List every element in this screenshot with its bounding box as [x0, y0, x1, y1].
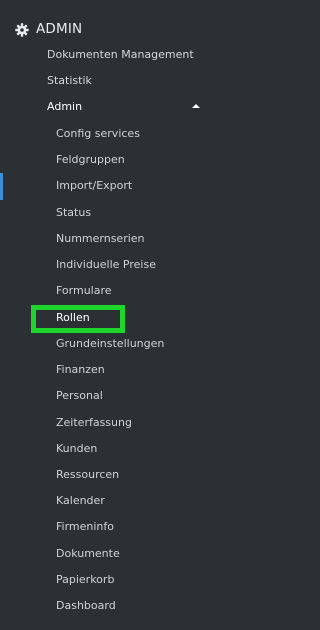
submenu-item-grundeinstellungen[interactable]: Grundeinstellungen: [56, 334, 164, 354]
menu-item-admin[interactable]: Admin: [47, 97, 82, 117]
submenu-item-individuelle-preise[interactable]: Individuelle Preise: [56, 255, 156, 275]
gear-icon: [15, 22, 29, 37]
submenu-item-finanzen[interactable]: Finanzen: [56, 360, 105, 380]
submenu-item-dokumente[interactable]: Dokumente: [56, 544, 120, 564]
active-indicator: [0, 173, 3, 200]
submenu-item-zeiterfassung[interactable]: Zeiterfassung: [56, 413, 132, 433]
submenu-item-config-services[interactable]: Config services: [56, 124, 140, 144]
submenu-item-status[interactable]: Status: [56, 203, 91, 223]
submenu-item-nummernserien[interactable]: Nummernserien: [56, 229, 145, 249]
menu-item-dokumenten-management[interactable]: Dokumenten Management: [47, 45, 194, 65]
caret-up-icon[interactable]: [192, 104, 200, 108]
submenu-item-papierkorb[interactable]: Papierkorb: [56, 570, 114, 590]
submenu-item-kunden[interactable]: Kunden: [56, 439, 97, 459]
section-title: ADMIN: [36, 21, 83, 37]
highlight-box: [31, 305, 125, 333]
submenu-item-formulare[interactable]: Formulare: [56, 281, 112, 301]
submenu-item-dashboard[interactable]: Dashboard: [56, 596, 116, 616]
submenu-item-import-export[interactable]: Import/Export: [56, 176, 132, 196]
menu-item-statistik[interactable]: Statistik: [47, 71, 92, 91]
submenu-item-kalender[interactable]: Kalender: [56, 491, 105, 511]
admin-section-header[interactable]: ADMIN: [15, 18, 82, 40]
submenu-item-ressourcen[interactable]: Ressourcen: [56, 465, 119, 485]
submenu-item-feldgruppen[interactable]: Feldgruppen: [56, 150, 125, 170]
submenu-item-firmeninfo[interactable]: Firmeninfo: [56, 517, 114, 537]
submenu-item-personal[interactable]: Personal: [56, 386, 103, 406]
sidebar: ADMIN Dokumenten Management Statistik Ad…: [0, 0, 200, 630]
